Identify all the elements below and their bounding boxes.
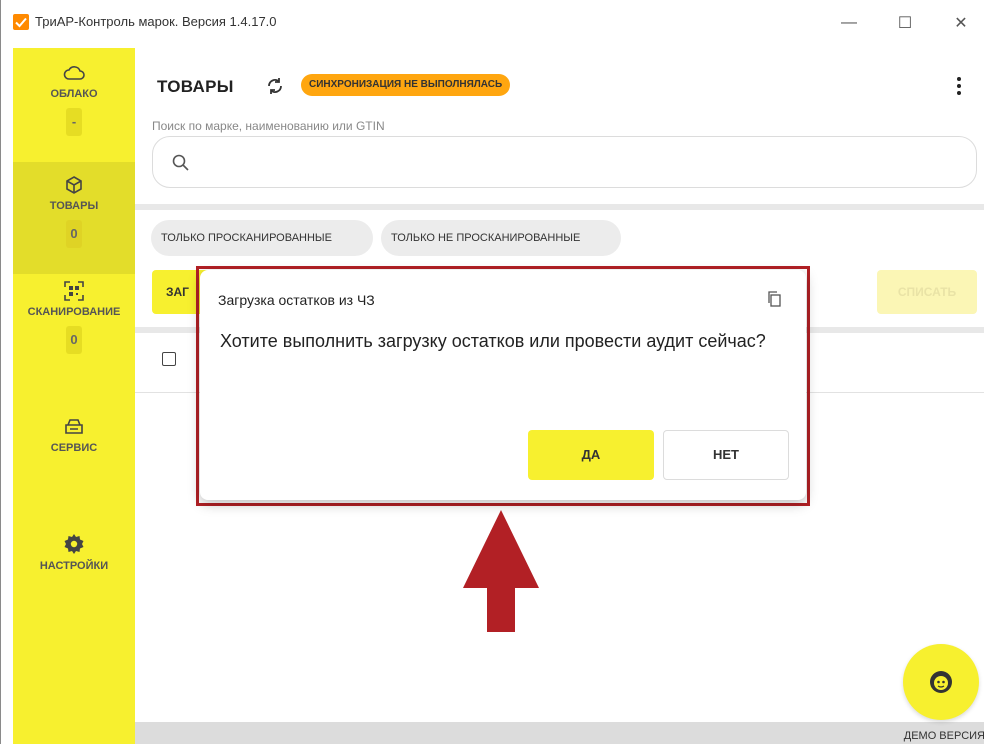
sidebar-item-goods[interactable]: ТОВАРЫ 0 [13, 162, 135, 274]
sidebar-item-cloud[interactable]: ОБЛАКО - [13, 56, 135, 162]
writeoff-button[interactable]: СПИСАТЬ [877, 270, 977, 314]
page-title: ТОВАРЫ [157, 77, 234, 96]
window-title: ТриАР-Контроль марок. Версия 1.4.17.0 [35, 14, 277, 29]
sidebar-item-label: СЕРВИС [50, 442, 98, 454]
minimize-button[interactable]: — [827, 8, 871, 38]
qr-scan-icon [64, 281, 84, 301]
more-vertical-icon[interactable] [951, 74, 967, 98]
sync-icon[interactable] [263, 74, 287, 98]
filter-scanned-only[interactable]: ТОЛЬКО ПРОСКАНИРОВАННЫЕ [151, 220, 373, 256]
search-label: Поиск по марке, наименованию или GTIN [152, 119, 385, 133]
yes-button[interactable]: ДА [528, 430, 654, 480]
dialog-title: Загрузка остатков из ЧЗ [218, 292, 375, 308]
app-window: ТриАР-Контроль марок. Версия 1.4.17.0 — … [0, 0, 984, 744]
service-icon [65, 419, 83, 434]
sidebar-item-service[interactable]: СЕРВИС [13, 410, 135, 480]
support-agent-icon [930, 671, 952, 693]
header: ТОВАРЫ СИНХРОНИЗАЦИЯ НЕ ВЫПОЛНЯЛАСЬ Поис… [135, 48, 984, 206]
sync-status-badge: СИНХРОНИЗАЦИЯ НЕ ВЫПОЛНЯЛАСЬ [301, 74, 511, 96]
search-icon [172, 154, 189, 171]
demo-version-label: ДЕМО ВЕРСИЯ [903, 730, 984, 742]
close-button[interactable]: ✕ [939, 8, 983, 38]
sidebar-item-settings[interactable]: НАСТРОЙКИ [13, 526, 135, 596]
select-all-checkbox[interactable] [162, 352, 176, 366]
sidebar-item-label: ТОВАРЫ [49, 200, 99, 212]
cloud-icon [63, 66, 85, 80]
search-input[interactable] [152, 136, 977, 188]
sidebar-item-label: ОБЛАКО [50, 88, 98, 100]
maximize-button[interactable]: ☐ [883, 8, 927, 38]
scanning-badge: 0 [66, 326, 82, 354]
no-button[interactable]: НЕТ [663, 430, 789, 480]
copy-icon[interactable] [766, 290, 784, 308]
footer-bar [135, 722, 984, 744]
sidebar-item-label: НАСТРОЙКИ [39, 560, 109, 572]
box-icon [66, 176, 82, 194]
dialog-message: Хотите выполнить загрузку остатков или п… [220, 331, 766, 351]
title-bar: ТриАР-Контроль марок. Версия 1.4.17.0 — … [1, 0, 984, 48]
app-logo-icon [13, 14, 29, 30]
goods-badge: 0 [66, 220, 82, 248]
cloud-badge: - [66, 108, 82, 136]
sidebar-item-label: СКАНИРОВАНИЕ [27, 306, 121, 318]
gear-icon [64, 534, 84, 554]
sidebar-item-scanning[interactable]: СКАНИРОВАНИЕ 0 [13, 274, 135, 386]
support-button[interactable] [903, 644, 979, 720]
annotation-arrow-icon [463, 510, 539, 632]
confirm-dialog: Загрузка остатков из ЧЗ Хотите выполнить… [200, 270, 806, 500]
filter-not-scanned-only[interactable]: ТОЛЬКО НЕ ПРОСКАНИРОВАННЫЕ [381, 220, 621, 256]
sidebar: ОБЛАКО - ТОВАРЫ 0 СКАНИРОВАНИЕ 0 СЕРВИС [13, 48, 135, 744]
